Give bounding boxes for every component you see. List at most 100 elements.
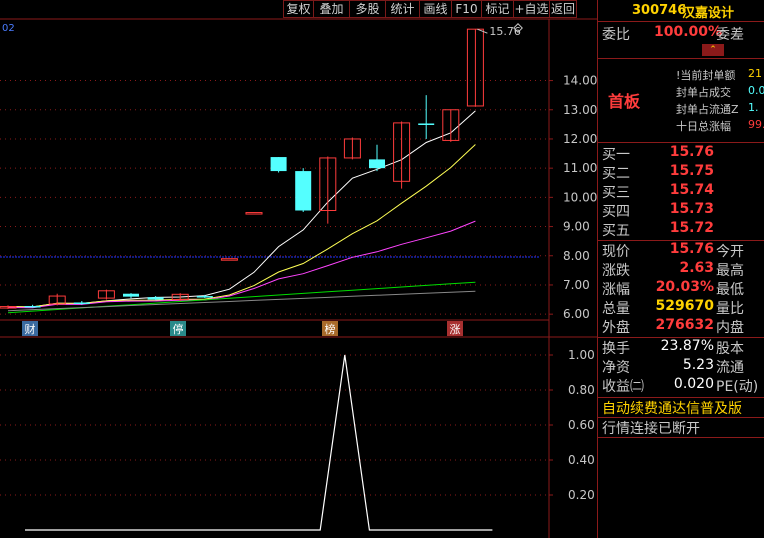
stock-header[interactable]: 300746 汉嘉设计 — [598, 0, 764, 22]
quote-label2: 最低 — [716, 282, 744, 298]
candle-body — [24, 305, 41, 308]
ma20-line — [7, 220, 476, 309]
y-tick-label: 7.00 — [563, 278, 590, 292]
y-tick-label: 14.00 — [563, 74, 597, 88]
stats-row: 净资 5.23 流通 — [598, 357, 764, 377]
weibi-value: 100.00% — [654, 24, 723, 40]
quote-value: 20.03% — [655, 279, 714, 295]
bid-label: 买四 — [602, 204, 630, 220]
notice-renewal[interactable]: 自动续费通达信普及版 — [602, 398, 742, 418]
quote-value: 276632 — [655, 317, 714, 333]
sub-y-tick-label: 0.40 — [568, 453, 595, 467]
weibi-label: 委比 — [602, 27, 630, 43]
quote-value: 15.76 — [669, 241, 714, 257]
notice-connection: 行情连接已断开 — [602, 421, 700, 437]
stats-row: 换手 23.87% 股本 — [598, 338, 764, 358]
quote-label2: 内盘 — [716, 320, 744, 336]
bid-price: 15.73 — [669, 201, 714, 217]
quote-label2: 最高 — [716, 263, 744, 279]
candle-body — [418, 123, 435, 125]
sub-y-tick-label: 0.20 — [568, 488, 595, 502]
bid-label: 买一 — [602, 147, 630, 163]
candle-body — [369, 159, 385, 169]
event-tag[interactable]: 榜 — [325, 322, 336, 336]
ma5-line — [7, 110, 476, 308]
ma10-line — [7, 144, 476, 308]
quote-row: 外盘 276632 内盘 — [598, 317, 764, 337]
stock-name: 汉嘉设计 — [682, 6, 735, 21]
weicha-label: 委差 — [716, 27, 744, 43]
bid-price: 15.75 — [669, 163, 714, 179]
bid-price: 15.76 — [669, 144, 714, 160]
bid-price: 15.74 — [669, 182, 714, 198]
quote-value: 2.63 — [679, 260, 714, 276]
corner-label: 02 — [2, 23, 15, 34]
y-tick-label: 6.00 — [563, 307, 590, 321]
seal-label: !当前封单额 — [676, 69, 736, 82]
stats-value: 0.020 — [673, 376, 714, 392]
stats-label: 换手 — [602, 341, 630, 357]
candle-body — [245, 212, 263, 215]
sub-y-tick-label: 0.80 — [568, 383, 595, 397]
high-price-label: 15.76 — [489, 25, 521, 38]
bid-row[interactable]: 买四 15.73 — [598, 201, 764, 221]
candle-body — [123, 293, 139, 297]
kline-chart-area[interactable]: 02 14.00 13.00 12.00 11.00 10.00 9.00 8.00 7.00 6… — [0, 0, 597, 538]
stats-row: 收益㈡ 0.020 PE(动) — [598, 376, 764, 396]
high-pointer — [477, 28, 488, 34]
event-tag[interactable]: 停 — [173, 322, 184, 336]
bid-row[interactable]: 买五 15.72 — [598, 220, 764, 240]
quote-row: 现价 15.76 今开 — [598, 241, 764, 261]
seal-value: 0.0 — [748, 84, 764, 97]
stats-label2: PE(动) — [716, 379, 759, 395]
quote-panel: 300746 汉嘉设计 委比 100.00% 委差 ⌃ 首板 !当前封单额 21 封… — [597, 0, 764, 538]
seal-label: 封单占成交 — [676, 86, 731, 99]
candle-body — [220, 258, 238, 261]
stats-value: 23.87% — [660, 338, 714, 354]
bid-label: 买二 — [602, 166, 630, 182]
stats-label2: 股本 — [716, 341, 744, 357]
quote-label: 总量 — [602, 301, 630, 317]
collapse-toggle[interactable]: ⌃ — [702, 44, 724, 56]
candle-body — [295, 171, 312, 211]
candle-body — [73, 302, 90, 304]
quote-label: 现价 — [602, 244, 630, 260]
stats-value: 5.23 — [682, 357, 714, 373]
stats-label: 净资 — [602, 360, 630, 376]
weibi-row: 委比 100.00% 委差 — [598, 24, 764, 44]
stats-label: 收益㈡ — [602, 379, 644, 395]
quote-label2: 今开 — [716, 244, 744, 260]
stats-label2: 流通 — [716, 360, 744, 376]
bid-label: 买三 — [602, 185, 630, 201]
bid-row[interactable]: 买三 15.74 — [598, 182, 764, 202]
quote-label: 涨幅 — [602, 282, 630, 298]
indicator-line — [25, 354, 493, 531]
y-tick-label: 8.00 — [563, 249, 590, 263]
event-tag[interactable]: 财 — [25, 322, 36, 336]
bid-row[interactable]: 买二 15.75 — [598, 163, 764, 183]
quote-row: 总量 529670 量比 — [598, 298, 764, 318]
candle-body — [196, 296, 213, 298]
y-tick-label: 10.00 — [563, 190, 597, 204]
bid-row[interactable]: 买一 15.76 — [598, 144, 764, 164]
bid-price: 15.72 — [669, 220, 714, 236]
event-tag[interactable]: 涨 — [450, 323, 461, 336]
candle-body — [270, 157, 287, 172]
quote-row: 涨跌 2.63 最高 — [598, 260, 764, 280]
stock-code: 300746 — [632, 3, 687, 18]
y-tick-label: 13.00 — [563, 103, 597, 117]
sub-y-tick-label: 1.00 — [568, 348, 595, 362]
seal-value: 99. — [748, 118, 764, 131]
quote-label2: 量比 — [716, 301, 744, 317]
sub-y-tick-label: 0.60 — [568, 418, 595, 432]
seal-value: 21 — [748, 67, 762, 80]
y-tick-label: 12.00 — [563, 132, 597, 146]
quote-label: 外盘 — [602, 320, 630, 336]
bid-label: 买五 — [602, 223, 630, 239]
quote-row: 涨幅 20.03% 最低 — [598, 279, 764, 299]
first-board-label: 首板 — [608, 92, 641, 111]
quote-label: 涨跌 — [602, 263, 630, 279]
quote-value: 529670 — [655, 298, 714, 314]
y-tick-label: 11.00 — [563, 161, 597, 175]
seal-label: 封单占流通Z — [676, 103, 739, 116]
